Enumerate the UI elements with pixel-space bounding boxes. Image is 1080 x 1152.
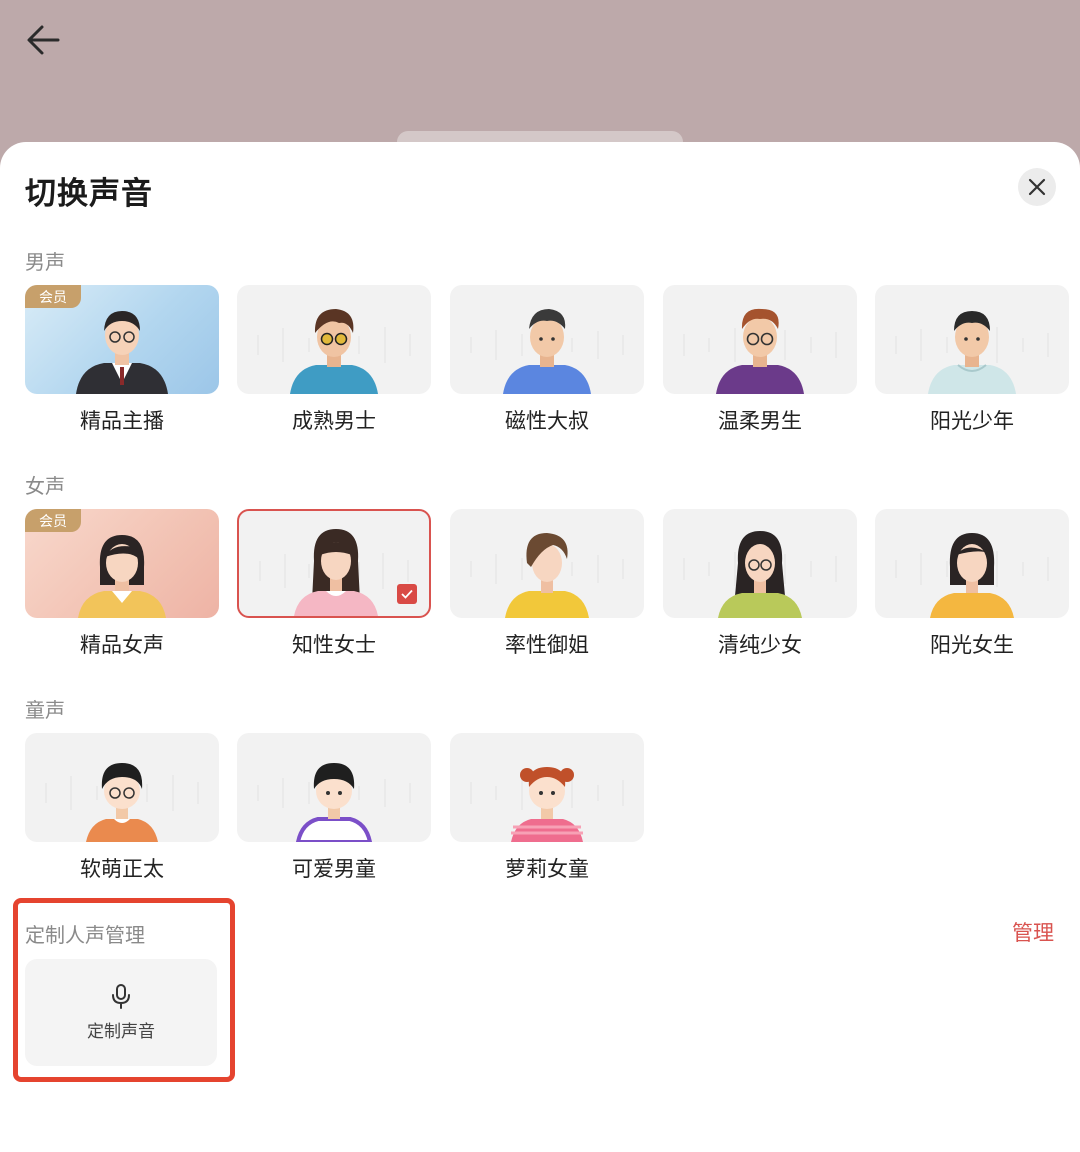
voice-label: 磁性大叔: [505, 409, 589, 433]
voice-card-male-4[interactable]: [663, 285, 857, 394]
back-button[interactable]: [22, 22, 66, 58]
pure-girl-avatar-icon: [718, 531, 802, 618]
voice-card-female-1[interactable]: 会员: [25, 509, 219, 618]
manage-button[interactable]: 管理: [1012, 917, 1054, 947]
voice-label: 阳光女生: [930, 633, 1014, 657]
magnetic-uncle-avatar-icon: [503, 309, 591, 394]
voice-label: 阳光少年: [930, 409, 1014, 433]
voice-card-male-5[interactable]: [875, 285, 1069, 394]
voice-card-female-4[interactable]: [663, 509, 857, 618]
intellectual-lady-avatar-icon: [294, 529, 378, 616]
voice-card-male-2[interactable]: [237, 285, 431, 394]
section-label-child: 童声: [25, 698, 65, 722]
close-button[interactable]: [1018, 168, 1056, 206]
voice-card-child-3[interactable]: [450, 733, 644, 842]
cute-boy-avatar-icon: [86, 763, 158, 842]
voice-card-female-5[interactable]: [875, 509, 1069, 618]
section-label-male: 男声: [25, 250, 65, 274]
voice-label: 率性御姐: [505, 633, 589, 657]
premium-female-avatar-icon: [78, 535, 166, 618]
top-bar: [0, 0, 1080, 150]
voice-card-female-3[interactable]: [450, 509, 644, 618]
voice-label: 清纯少女: [718, 633, 802, 657]
voice-label: 精品主播: [80, 409, 164, 433]
sunny-youth-avatar-icon: [928, 311, 1016, 394]
anchor-man-avatar-icon: [76, 311, 168, 394]
voice-card-child-1[interactable]: [25, 733, 219, 842]
voice-label: 知性女士: [292, 633, 376, 657]
lovely-boy-avatar-icon: [295, 763, 373, 842]
voice-label: 软萌正太: [80, 857, 164, 881]
voice-label: 精品女声: [80, 633, 164, 657]
voice-card-male-1[interactable]: 会员: [25, 285, 219, 394]
mature-man-avatar-icon: [290, 309, 378, 394]
gentle-boy-avatar-icon: [716, 308, 804, 394]
voice-card-child-2[interactable]: [237, 733, 431, 842]
section-label-female: 女声: [25, 474, 65, 498]
sheet-title: 切换声音: [25, 176, 153, 212]
close-icon: [1028, 178, 1046, 196]
voice-label: 萝莉女童: [505, 857, 589, 881]
little-girl-avatar-icon: [511, 767, 583, 842]
voice-label: 成熟男士: [292, 409, 376, 433]
voice-card-female-2-selected[interactable]: [237, 509, 431, 618]
sunny-girl-avatar-icon: [930, 533, 1014, 618]
voice-label: 温柔男生: [718, 409, 802, 433]
selected-check-icon: [397, 584, 417, 604]
annotation-highlight-box: [13, 898, 235, 1082]
bold-lady-avatar-icon: [505, 533, 589, 618]
voice-card-male-3[interactable]: [450, 285, 644, 394]
voice-label: 可爱男童: [292, 857, 376, 881]
back-arrow-icon: [27, 25, 60, 55]
